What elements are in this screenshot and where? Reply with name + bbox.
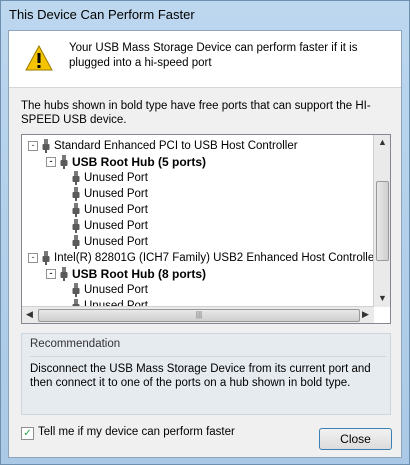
dialog-window: This Device Can Perform Faster Your USB … <box>0 0 410 465</box>
recommendation-title: Recommendation <box>30 338 121 350</box>
close-button[interactable]: Close <box>319 428 392 450</box>
usb-plug-icon <box>72 235 80 249</box>
tree-row-label: Unused Port <box>84 204 148 216</box>
vertical-scrollbar[interactable]: ▲ ▼ <box>373 135 390 307</box>
tree-row-label: Unused Port <box>84 188 148 200</box>
warning-icon <box>25 45 53 71</box>
collapse-icon[interactable]: - <box>46 157 56 167</box>
tree-row-label: USB Root Hub (8 ports) <box>72 267 206 281</box>
collapse-icon[interactable]: - <box>28 253 38 263</box>
horizontal-scrollbar[interactable]: ◀ ||| ▶ <box>22 306 374 323</box>
recommendation-text: Disconnect the USB Mass Storage Device f… <box>30 363 371 389</box>
tree-row-label: Unused Port <box>84 172 148 184</box>
usb-plug-icon <box>72 219 80 233</box>
usb-plug-icon <box>72 187 80 201</box>
window-title: This Device Can Perform Faster <box>9 7 195 22</box>
tree-row-label: Standard Enhanced PCI to USB Host Contro… <box>54 140 298 152</box>
horizontal-scroll-thumb[interactable]: ||| <box>38 309 360 322</box>
banner-message: Your USB Mass Storage Device can perform… <box>69 42 358 69</box>
collapse-icon[interactable]: - <box>46 269 56 279</box>
dialog-body: Your USB Mass Storage Device can perform… <box>8 30 402 458</box>
notify-checkbox[interactable]: ✓ <box>21 427 34 440</box>
usb-plug-icon <box>60 267 68 281</box>
tree-row-label: Unused Port <box>84 284 148 296</box>
usb-plug-icon <box>42 251 50 265</box>
info-banner: Your USB Mass Storage Device can perform… <box>9 31 401 88</box>
tree-row-label: USB Root Hub (5 ports) <box>72 155 206 169</box>
usb-plug-icon <box>72 283 80 297</box>
collapse-icon[interactable]: - <box>28 141 38 151</box>
notify-checkbox-label[interactable]: Tell me if my device can perform faster <box>38 426 235 438</box>
tree-row-label: Intel(R) 82801G (ICH7 Family) USB2 Enhan… <box>54 252 391 264</box>
recommendation-group: Recommendation Disconnect the USB Mass S… <box>21 333 391 415</box>
usb-tree-view[interactable]: Unused Port Unused Port - USB Root Hub (8 p… <box>21 134 391 324</box>
vertical-scroll-thumb[interactable] <box>376 181 389 261</box>
hub-description: The hubs shown in bold type have free po… <box>21 100 371 126</box>
usb-plug-icon <box>72 171 80 185</box>
title-bar[interactable]: This Device Can Perform Faster <box>1 1 409 29</box>
scroll-down-icon[interactable]: ▼ <box>378 293 387 303</box>
usb-plug-icon <box>60 155 68 169</box>
tree-row-label: Unused Port <box>84 236 148 248</box>
usb-plug-icon <box>72 203 80 217</box>
tree-row-label: Unused Port <box>84 220 148 232</box>
scroll-left-icon[interactable]: ◀ <box>26 309 33 320</box>
scroll-right-icon[interactable]: ▶ <box>362 309 369 320</box>
recommendation-divider <box>30 356 386 357</box>
usb-plug-icon <box>42 139 50 153</box>
scroll-up-icon[interactable]: ▲ <box>378 137 387 147</box>
